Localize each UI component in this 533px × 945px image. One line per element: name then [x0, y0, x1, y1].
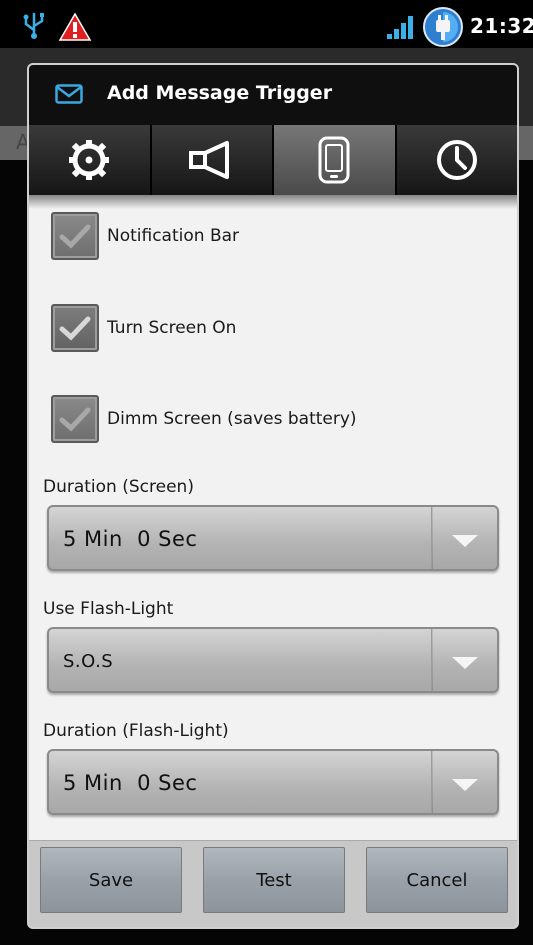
duration-screen-value: 5 Min 0 Sec — [63, 527, 198, 551]
dialog-title: Add Message Trigger — [107, 82, 333, 104]
flash-light-label: Use Flash-Light — [43, 599, 174, 619]
dimm-screen-checkbox[interactable] — [51, 395, 99, 443]
dimm-screen-label: Dimm Screen (saves battery) — [107, 409, 357, 429]
cancel-button[interactable]: Cancel — [366, 847, 508, 913]
checkmark-icon — [59, 316, 91, 341]
flash-light-value: S.O.S — [63, 651, 114, 672]
speaker-icon — [188, 141, 229, 179]
signal-icon — [387, 16, 413, 39]
tab-settings[interactable] — [29, 125, 152, 195]
duration-flash-label: Duration (Flash-Light) — [43, 721, 229, 741]
tab-display[interactable] — [274, 125, 397, 195]
turn-screen-on-label: Turn Screen On — [107, 318, 237, 338]
tab-schedule[interactable] — [396, 125, 517, 195]
clock-icon — [436, 140, 477, 180]
trigger-tabs — [29, 125, 517, 195]
duration-flash-select[interactable]: 5 Min 0 Sec — [47, 749, 499, 815]
duration-screen-label: Duration (Screen) — [43, 477, 194, 497]
dialog-button-bar: Save Test Cancel — [29, 840, 517, 927]
checkmark-icon — [59, 224, 91, 249]
duration-flash-value: 5 Min 0 Sec — [63, 771, 198, 795]
turn-screen-on-option[interactable]: Turn Screen On — [51, 304, 236, 352]
notification-bar-label: Notification Bar — [107, 226, 240, 246]
clock-time: 21:32 — [470, 14, 533, 38]
flash-light-select[interactable]: S.O.S — [47, 627, 499, 693]
dimm-screen-option[interactable]: Dimm Screen (saves battery) — [51, 395, 357, 443]
phone-icon — [318, 136, 350, 184]
checkmark-icon — [59, 407, 91, 432]
usb-icon — [23, 12, 44, 39]
chevron-down-icon — [452, 657, 478, 669]
chevron-down-icon — [452, 779, 478, 791]
status-bar: 21:32 — [0, 0, 533, 48]
warning-icon[interactable] — [58, 12, 92, 42]
chevron-down-icon — [452, 535, 478, 547]
test-button[interactable]: Test — [203, 847, 345, 913]
tab-shadow — [29, 195, 517, 209]
turn-screen-on-checkbox[interactable] — [51, 304, 99, 352]
battery-charging-icon — [423, 7, 463, 47]
select-divider — [431, 507, 433, 569]
add-message-trigger-dialog: Add Message Trigger Notification Bar Tur… — [27, 63, 519, 929]
save-button[interactable]: Save — [40, 847, 182, 913]
tab-sound[interactable] — [151, 125, 274, 195]
notification-bar-checkbox[interactable] — [51, 212, 99, 260]
select-divider — [431, 751, 433, 813]
select-divider — [431, 629, 433, 691]
gear-icon — [69, 140, 110, 180]
mail-icon — [55, 84, 83, 104]
notification-bar-option[interactable]: Notification Bar — [51, 212, 239, 260]
dialog-header: Add Message Trigger — [29, 65, 517, 125]
duration-screen-select[interactable]: 5 Min 0 Sec — [47, 505, 499, 571]
